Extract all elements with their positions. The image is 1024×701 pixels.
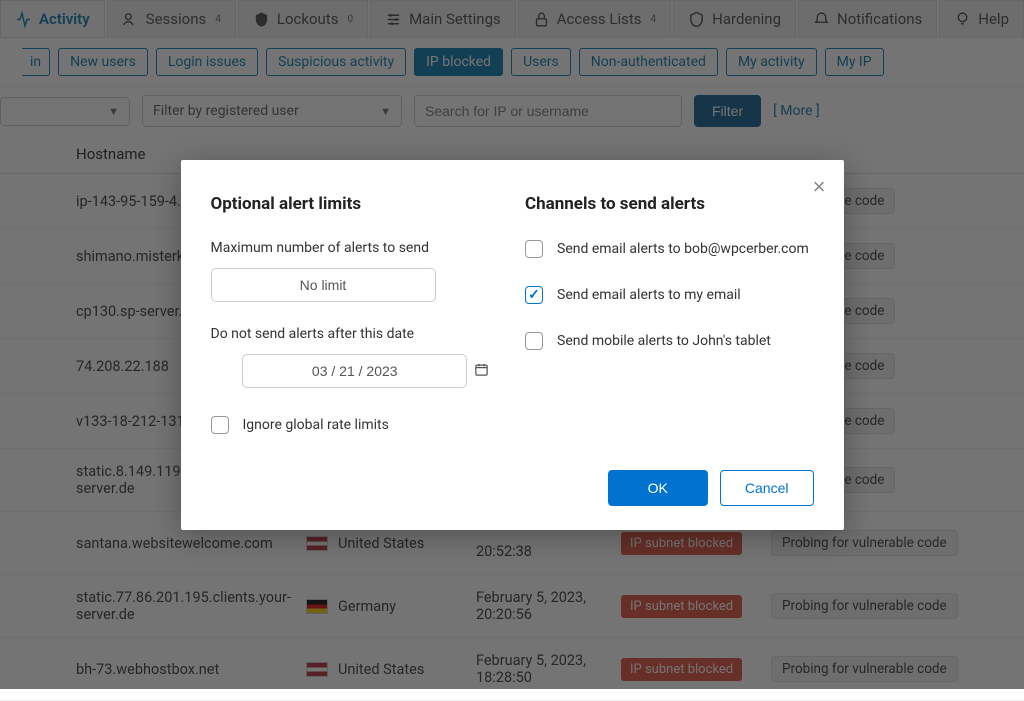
right-title: Channels to send alerts [525,194,814,214]
alert-settings-dialog: × Optional alert limits Maximum number o… [181,160,844,530]
ignore-limits-row[interactable]: Ignore global rate limits [211,416,500,434]
dialog-left-col: Optional alert limits Maximum number of … [211,178,500,448]
calendar-icon[interactable] [474,362,489,381]
left-title: Optional alert limits [211,194,500,214]
ignore-limits-label: Ignore global rate limits [243,417,389,433]
date-input[interactable] [242,354,467,388]
channel-email-my-row[interactable]: Send email alerts to my email [525,286,814,304]
channel-mobile-checkbox[interactable] [525,332,543,350]
ok-button[interactable]: OK [608,470,708,506]
ignore-limits-checkbox[interactable] [211,416,229,434]
channel-email-bob-row[interactable]: Send email alerts to bob@wpcerber.com [525,240,814,258]
channel-email-bob-checkbox[interactable] [525,240,543,258]
close-button[interactable]: × [813,174,826,200]
dialog-right-col: Channels to send alerts Send email alert… [525,178,814,448]
channel-mobile-row[interactable]: Send mobile alerts to John's tablet [525,332,814,350]
max-alerts-input[interactable] [211,268,436,302]
cancel-button[interactable]: Cancel [720,470,814,506]
modal-overlay: × Optional alert limits Maximum number o… [0,0,1024,689]
channel-label: Send mobile alerts to John's tablet [557,333,771,349]
channel-label: Send email alerts to my email [557,287,741,303]
channel-label: Send email alerts to bob@wpcerber.com [557,241,809,257]
dialog-actions: OK Cancel [211,470,814,506]
close-icon: × [813,174,826,199]
channel-email-my-checkbox[interactable] [525,286,543,304]
date-label: Do not send alerts after this date [211,326,500,342]
max-alerts-label: Maximum number of alerts to send [211,240,500,256]
